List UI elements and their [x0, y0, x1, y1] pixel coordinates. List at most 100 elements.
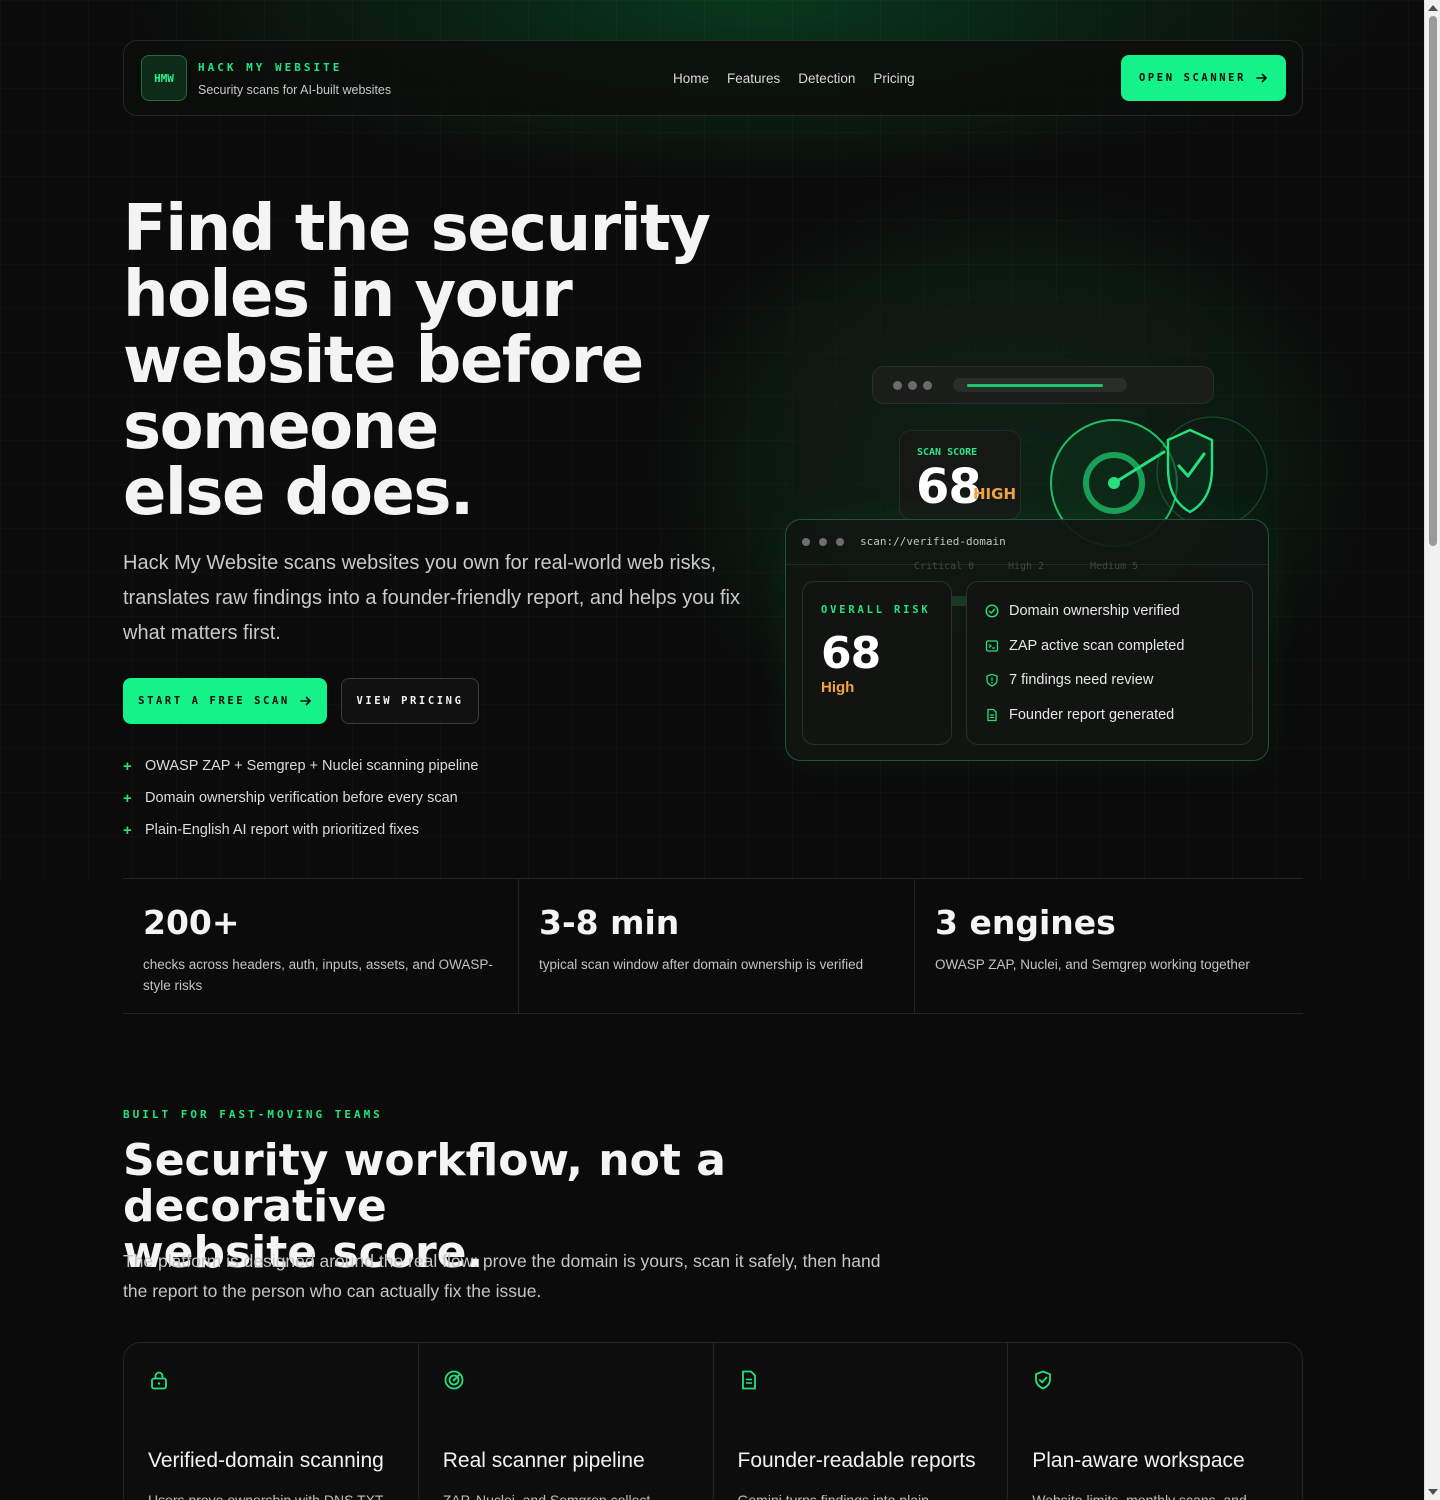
overall-risk-severity: High — [821, 679, 855, 696]
shield-alert-icon — [986, 673, 998, 687]
scan-window-bar — [872, 366, 1214, 404]
stat-value: 3-8 min — [539, 903, 680, 942]
section-eyebrow: BUILT FOR FAST-MOVING TEAMS — [123, 1108, 383, 1121]
feature-title: Founder-readable reports — [737, 1449, 976, 1472]
start-free-scan-label: START A FREE SCAN — [138, 695, 290, 707]
overall-risk-box: OVERALL RISK 68 High — [802, 581, 952, 745]
faint-medium-count: Medium 5 — [1090, 561, 1139, 572]
view-pricing-button[interactable]: VIEW PRICING — [341, 678, 479, 724]
hero-title-line: Find the security — [123, 192, 711, 266]
nav-link-detection[interactable]: Detection — [798, 71, 855, 86]
document-icon — [741, 1370, 756, 1390]
check-circle-icon — [985, 604, 999, 618]
hero-title: Find the security holes in your website … — [123, 196, 763, 526]
plus-icon: + — [123, 757, 132, 775]
window-dot — [908, 381, 917, 390]
feature-description: ZAP, Nuclei, and Semgrep collect — [442, 1492, 651, 1500]
section-title-line: Security workflow, not a decorative — [123, 1135, 726, 1232]
finding-item: Founder report generated — [985, 707, 1174, 723]
scrollbar-thumb[interactable] — [1429, 16, 1437, 546]
hero-bullet-text: OWASP ZAP + Semgrep + Nuclei scanning pi… — [145, 758, 479, 774]
scan-score-value: 68 — [916, 459, 982, 515]
radar-icon — [444, 1370, 464, 1390]
section-description: The platform is designed around the real… — [123, 1251, 881, 1301]
overall-risk-label: OVERALL RISK — [821, 604, 931, 616]
stat-item: 200+ checks across headers, auth, inputs… — [123, 879, 518, 1013]
hero-title-line: website before — [123, 324, 644, 398]
feature-card: Founder-readable reports Gemini turns fi… — [712, 1343, 1008, 1500]
nav-link-home[interactable]: Home — [673, 71, 709, 86]
start-free-scan-button[interactable]: START A FREE SCAN — [123, 678, 327, 724]
plus-icon: + — [123, 789, 132, 807]
page-scrollbar[interactable] — [1424, 0, 1440, 1500]
file-text-icon — [987, 708, 997, 722]
finding-text: Founder report generated — [1009, 707, 1175, 723]
hero-bullet: + Plain-English AI report with prioritize… — [123, 814, 478, 846]
finding-item: Domain ownership verified — [985, 603, 1180, 619]
faint-critical-count: Critical 0 — [914, 561, 975, 572]
hero-title-line: someone — [123, 390, 439, 464]
feature-cards: Verified-domain scanning Users prove own… — [123, 1342, 1303, 1500]
hero-bullet: + OWASP ZAP + Semgrep + Nuclei scanning p… — [123, 750, 478, 782]
scroll-up-arrow-icon[interactable] — [1428, 5, 1438, 11]
stat-description: typical scan window after domain ownersh… — [539, 957, 864, 972]
faint-high-count: High 2 — [1008, 561, 1045, 572]
stat-description: checks across headers, auth, inputs, ass… — [143, 957, 493, 993]
window-dot — [836, 538, 844, 546]
arrow-right-icon — [300, 696, 311, 706]
stat-description: OWASP ZAP, Nuclei, and Semgrep working t… — [935, 957, 1250, 972]
hero-title-line: holes in your — [123, 258, 573, 332]
scan-url: scan://verified-domain — [860, 535, 1006, 548]
window-dot — [893, 381, 902, 390]
feature-description: Website limits, monthly scans, and — [1032, 1492, 1247, 1500]
lock-icon — [151, 1371, 167, 1390]
stats-strip: 200+ checks across headers, auth, inputs… — [123, 878, 1303, 1014]
feature-card: Real scanner pipeline ZAP, Nuclei, and S… — [417, 1343, 713, 1500]
feature-title: Real scanner pipeline — [442, 1449, 645, 1472]
window-dot — [819, 538, 827, 546]
finding-text: Domain ownership verified — [1009, 603, 1180, 619]
open-scanner-button[interactable]: OPEN SCANNER — [1121, 55, 1286, 101]
finding-text: 7 findings need review — [1009, 672, 1154, 688]
window-dot — [923, 381, 932, 390]
scan-score-label: SCAN SCORE — [917, 447, 978, 458]
feature-title: Plan-aware workspace — [1032, 1449, 1245, 1472]
nav-link-pricing[interactable]: Pricing — [873, 71, 914, 86]
findings-list: Domain ownership verified ZAP active sca… — [966, 581, 1253, 745]
feature-title: Verified-domain scanning — [148, 1449, 384, 1472]
feature-card: Verified-domain scanning Users prove own… — [124, 1343, 418, 1500]
finding-item: ZAP active scan completed — [985, 638, 1184, 654]
nav-link-features[interactable]: Features — [727, 71, 780, 86]
feature-description: Gemini turns findings into plain — [737, 1492, 929, 1500]
arrow-right-icon — [1256, 73, 1267, 83]
scan-result-card: scan://verified-domain Critical 0 High 2… — [785, 519, 1269, 761]
scan-score-card: SCAN SCORE 68 HIGH — [899, 430, 1021, 520]
hero-bullet: + Domain ownership verification before ev… — [123, 782, 478, 814]
hero-bullet-list: + OWASP ZAP + Semgrep + Nuclei scanning p… — [123, 750, 478, 846]
hero-description: Hack My Website scans websites you own f… — [123, 552, 741, 644]
stat-item: 3-8 min typical scan window after domain… — [518, 879, 914, 1013]
brand-tagline: Security scans for AI-built websites — [198, 83, 392, 97]
top-navbar: HMW HACK MY WEBSITE Security scans for A… — [123, 40, 1303, 116]
logo-badge[interactable]: HMW — [141, 55, 187, 101]
scroll-down-arrow-icon[interactable] — [1428, 1489, 1438, 1495]
stat-item: 3 engines OWASP ZAP, Nuclei, and Semgrep… — [914, 879, 1310, 1013]
finding-item: 7 findings need review — [985, 672, 1153, 688]
overall-risk-value: 68 — [821, 628, 881, 679]
open-scanner-label: OPEN SCANNER — [1138, 72, 1247, 84]
feature-description: Users prove ownership with DNS TXT — [148, 1492, 384, 1500]
hero-title-line: else does. — [123, 456, 474, 530]
stat-value: 200+ — [143, 903, 240, 942]
brand-name[interactable]: HACK MY WEBSITE — [198, 61, 342, 74]
plus-icon: + — [123, 821, 132, 839]
shield-check-icon — [1035, 1370, 1052, 1390]
hero-bullet-text: Plain-English AI report with prioritized… — [145, 822, 420, 838]
scan-progress-fill — [967, 384, 1103, 387]
window-dot — [802, 538, 810, 546]
feature-card: Plan-aware workspace Website limits, mon… — [1007, 1343, 1302, 1500]
hero-bullet-text: Domain ownership verification before eve… — [145, 790, 458, 806]
terminal-icon — [985, 640, 999, 652]
scan-progress-pill — [953, 378, 1127, 392]
stat-value: 3 engines — [935, 903, 1116, 942]
finding-text: ZAP active scan completed — [1009, 638, 1185, 654]
